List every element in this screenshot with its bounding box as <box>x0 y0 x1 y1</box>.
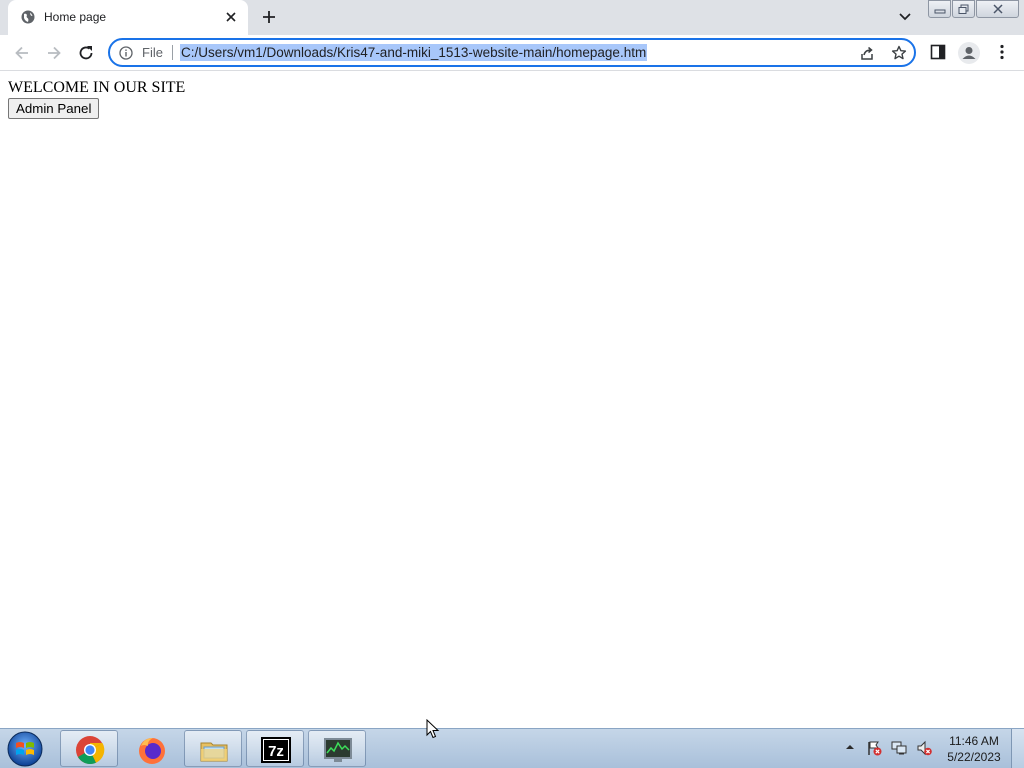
taskbar-chrome[interactable] <box>60 730 118 767</box>
taskbar-task-manager[interactable] <box>308 730 366 767</box>
task-manager-icon <box>324 738 352 762</box>
url-text[interactable]: C:/Users/vm1/Downloads/Kris47-and-miki_1… <box>180 44 648 61</box>
tab-title: Home page <box>44 10 107 24</box>
back-arrow-icon[interactable] <box>12 43 32 63</box>
share-icon[interactable] <box>859 45 875 61</box>
show-desktop-button[interactable] <box>1011 729 1024 768</box>
restore-icon <box>958 4 969 14</box>
svg-text:7z: 7z <box>268 743 284 760</box>
tab-home-page[interactable]: Home page <box>8 0 248 35</box>
show-hidden-icons-icon[interactable] <box>845 743 855 751</box>
start-button[interactable] <box>5 730 45 768</box>
mouse-cursor-icon <box>426 719 440 739</box>
7zip-icon: 7z <box>261 737 291 763</box>
minimize-icon <box>934 9 946 14</box>
tab-strip: Home page <box>0 0 1024 35</box>
close-tab-icon[interactable] <box>224 10 238 24</box>
action-center-flag-icon[interactable] <box>866 740 882 756</box>
globe-icon <box>21 10 35 24</box>
clock-time: 11:46 AM <box>949 734 999 748</box>
kebab-menu-icon[interactable] <box>996 44 1008 60</box>
taskbar: 7z 11:46 AM 5/22/2023 <box>0 728 1024 768</box>
omnibox-divider <box>172 45 173 60</box>
forward-arrow-icon[interactable] <box>44 43 64 63</box>
bookmark-star-icon[interactable] <box>891 45 907 61</box>
chevron-down-icon[interactable] <box>897 10 913 24</box>
volume-muted-icon[interactable] <box>916 740 932 756</box>
close-window-button[interactable] <box>976 0 1019 18</box>
address-bar[interactable]: File C:/Users/vm1/Downloads/Kris47-and-m… <box>108 38 916 67</box>
admin-panel-button[interactable]: Admin Panel <box>8 98 100 119</box>
taskbar-file-explorer[interactable] <box>184 730 242 767</box>
avatar-icon <box>962 47 976 59</box>
side-panel-icon[interactable] <box>930 44 946 60</box>
taskbar-7zip[interactable]: 7z <box>246 730 304 767</box>
firefox-icon <box>139 738 165 764</box>
scheme-label: File <box>142 45 163 60</box>
close-icon <box>993 4 1003 14</box>
clock-date: 5/22/2023 <box>947 750 1001 764</box>
new-tab-icon[interactable] <box>261 9 277 25</box>
reload-icon[interactable] <box>76 43 96 63</box>
system-clock[interactable]: 11:46 AM 5/22/2023 <box>940 733 1008 765</box>
page-content: WELCOME IN OUR SITE Admin Panel <box>0 71 1024 728</box>
browser-toolbar: File C:/Users/vm1/Downloads/Kris47-and-m… <box>0 35 1024 71</box>
restore-button[interactable] <box>952 0 975 18</box>
network-icon[interactable] <box>891 740 907 756</box>
info-icon[interactable] <box>119 46 133 60</box>
profile-button[interactable] <box>958 42 980 64</box>
welcome-heading: WELCOME IN OUR SITE <box>8 79 186 96</box>
taskbar-firefox[interactable] <box>122 730 180 767</box>
file-explorer-icon <box>200 742 228 762</box>
chrome-icon <box>76 736 105 764</box>
minimize-button[interactable] <box>928 0 951 18</box>
